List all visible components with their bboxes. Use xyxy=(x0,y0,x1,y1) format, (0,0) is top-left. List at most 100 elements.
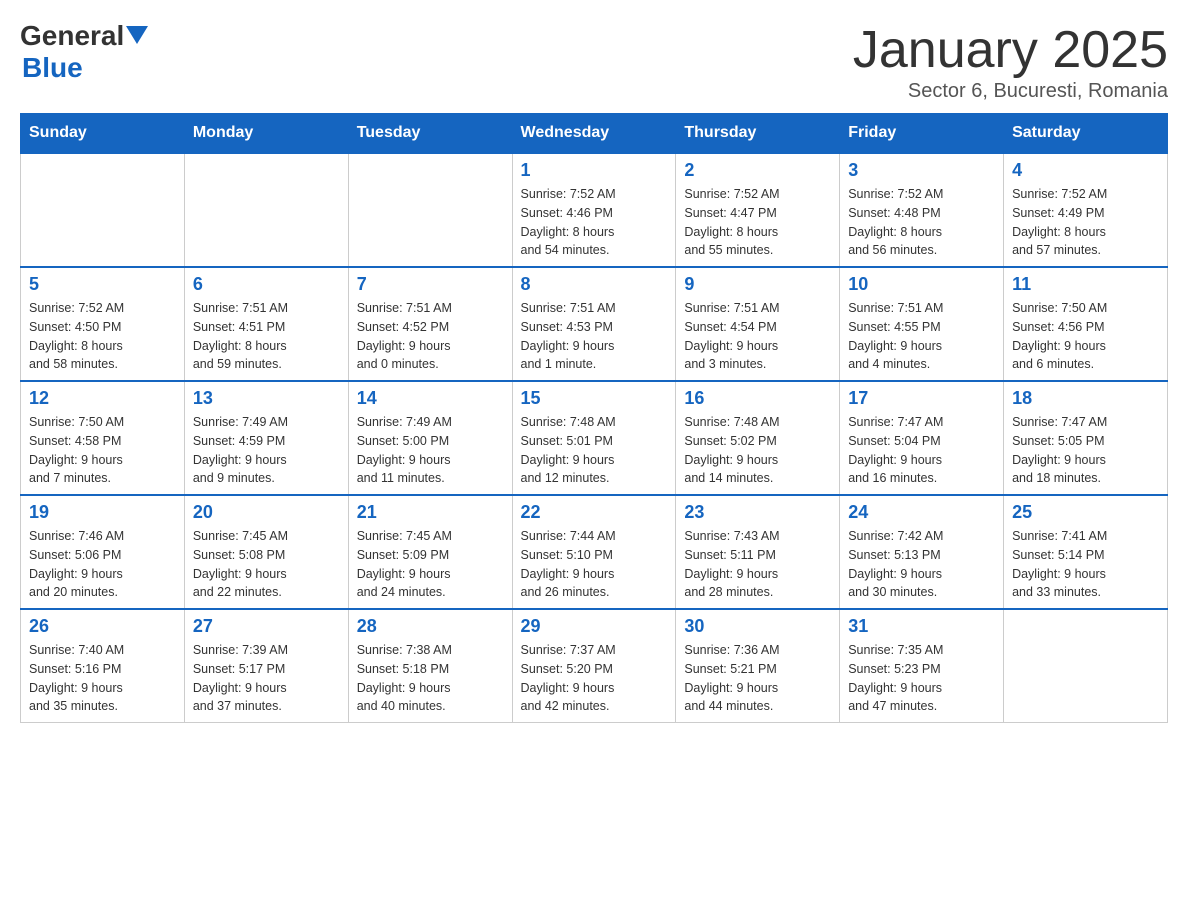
logo-blue: Blue xyxy=(20,52,148,84)
calendar-cell: 18 Sunrise: 7:47 AM Sunset: 5:05 PM Dayli… xyxy=(1004,381,1168,495)
calendar-cell: 31 Sunrise: 7:35 AM Sunset: 5:23 PM Dayli… xyxy=(840,609,1004,723)
col-tuesday: Tuesday xyxy=(348,114,512,154)
day-number: 29 xyxy=(521,616,668,637)
logo-arrow-icon xyxy=(126,26,148,48)
col-monday: Monday xyxy=(184,114,348,154)
day-info: Sunrise: 7:46 AM Sunset: 5:06 PM Dayligh… xyxy=(29,527,176,602)
location-subtitle: Sector 6, Bucuresti, Romania xyxy=(853,80,1168,103)
calendar-cell xyxy=(1004,609,1168,723)
day-number: 6 xyxy=(193,274,340,295)
calendar-cell: 26Sunrise: 7:40 AM Sunset: 5:16 PM Dayli… xyxy=(21,609,185,723)
logo-general: General xyxy=(20,20,124,52)
calendar-cell: 2Sunrise: 7:52 AM Sunset: 4:47 PM Daylig… xyxy=(676,153,840,267)
day-info: Sunrise: 7:49 AM Sunset: 5:00 PM Dayligh… xyxy=(357,413,504,488)
day-number: 31 xyxy=(848,616,995,637)
day-info: Sunrise: 7:50 AM Sunset: 4:56 PM Dayligh… xyxy=(1012,299,1159,374)
calendar-cell: 10 Sunrise: 7:51 AM Sunset: 4:55 PM Dayli… xyxy=(840,267,1004,381)
calendar-header-row: Sunday Monday Tuesday Wednesday Thursday… xyxy=(21,114,1168,154)
day-info: Sunrise: 7:50 AM Sunset: 4:58 PM Dayligh… xyxy=(29,413,176,488)
calendar-cell: 19 Sunrise: 7:46 AM Sunset: 5:06 PM Dayli… xyxy=(21,495,185,609)
calendar-cell: 28 Sunrise: 7:38 AM Sunset: 5:18 PM Dayli… xyxy=(348,609,512,723)
day-info: Sunrise: 7:39 AM Sunset: 5:17 PM Dayligh… xyxy=(193,641,340,716)
day-info: Sunrise: 7:42 AM Sunset: 5:13 PM Dayligh… xyxy=(848,527,995,602)
col-thursday: Thursday xyxy=(676,114,840,154)
col-wednesday: Wednesday xyxy=(512,114,676,154)
day-info: Sunrise: 7:48 AM Sunset: 5:02 PM Dayligh… xyxy=(684,413,831,488)
calendar-table: Sunday Monday Tuesday Wednesday Thursday… xyxy=(20,113,1168,723)
week-row-3: 12Sunrise: 7:50 AM Sunset: 4:58 PM Dayli… xyxy=(21,381,1168,495)
calendar-cell xyxy=(184,153,348,267)
day-info: Sunrise: 7:51 AM Sunset: 4:54 PM Dayligh… xyxy=(684,299,831,374)
calendar-cell: 1 Sunrise: 7:52 AM Sunset: 4:46 PM Daylig… xyxy=(512,153,676,267)
day-info: Sunrise: 7:40 AM Sunset: 5:16 PM Dayligh… xyxy=(29,641,176,716)
calendar-cell: 29 Sunrise: 7:37 AM Sunset: 5:20 PM Dayli… xyxy=(512,609,676,723)
day-info: Sunrise: 7:37 AM Sunset: 5:20 PM Dayligh… xyxy=(521,641,668,716)
day-number: 1 xyxy=(521,160,668,181)
day-number: 22 xyxy=(521,502,668,523)
calendar-cell: 6 Sunrise: 7:51 AM Sunset: 4:51 PM Daylig… xyxy=(184,267,348,381)
day-number: 18 xyxy=(1012,388,1159,409)
col-sunday: Sunday xyxy=(21,114,185,154)
calendar-cell: 27Sunrise: 7:39 AM Sunset: 5:17 PM Dayli… xyxy=(184,609,348,723)
calendar-cell: 23 Sunrise: 7:43 AM Sunset: 5:11 PM Dayli… xyxy=(676,495,840,609)
day-number: 13 xyxy=(193,388,340,409)
day-info: Sunrise: 7:51 AM Sunset: 4:55 PM Dayligh… xyxy=(848,299,995,374)
calendar-cell: 21 Sunrise: 7:45 AM Sunset: 5:09 PM Dayli… xyxy=(348,495,512,609)
day-info: Sunrise: 7:51 AM Sunset: 4:53 PM Dayligh… xyxy=(521,299,668,374)
day-info: Sunrise: 7:48 AM Sunset: 5:01 PM Dayligh… xyxy=(521,413,668,488)
calendar-cell xyxy=(21,153,185,267)
calendar-cell: 24 Sunrise: 7:42 AM Sunset: 5:13 PM Dayli… xyxy=(840,495,1004,609)
day-number: 17 xyxy=(848,388,995,409)
calendar-cell: 8Sunrise: 7:51 AM Sunset: 4:53 PM Daylig… xyxy=(512,267,676,381)
week-row-1: 1 Sunrise: 7:52 AM Sunset: 4:46 PM Daylig… xyxy=(21,153,1168,267)
month-title: January 2025 xyxy=(853,20,1168,80)
day-number: 21 xyxy=(357,502,504,523)
day-number: 20 xyxy=(193,502,340,523)
week-row-2: 5Sunrise: 7:52 AM Sunset: 4:50 PM Daylig… xyxy=(21,267,1168,381)
day-number: 24 xyxy=(848,502,995,523)
day-info: Sunrise: 7:36 AM Sunset: 5:21 PM Dayligh… xyxy=(684,641,831,716)
day-number: 3 xyxy=(848,160,995,181)
page-header: General Blue January 2025 Sector 6, Bucu… xyxy=(20,20,1168,103)
day-number: 30 xyxy=(684,616,831,637)
day-number: 2 xyxy=(684,160,831,181)
day-number: 14 xyxy=(357,388,504,409)
week-row-4: 19 Sunrise: 7:46 AM Sunset: 5:06 PM Dayli… xyxy=(21,495,1168,609)
day-info: Sunrise: 7:44 AM Sunset: 5:10 PM Dayligh… xyxy=(521,527,668,602)
day-info: Sunrise: 7:52 AM Sunset: 4:50 PM Dayligh… xyxy=(29,299,176,374)
day-number: 10 xyxy=(848,274,995,295)
calendar-cell xyxy=(348,153,512,267)
calendar-cell: 20 Sunrise: 7:45 AM Sunset: 5:08 PM Dayli… xyxy=(184,495,348,609)
calendar-cell: 22 Sunrise: 7:44 AM Sunset: 5:10 PM Dayli… xyxy=(512,495,676,609)
day-info: Sunrise: 7:52 AM Sunset: 4:49 PM Dayligh… xyxy=(1012,185,1159,260)
day-number: 9 xyxy=(684,274,831,295)
calendar-cell: 17 Sunrise: 7:47 AM Sunset: 5:04 PM Dayli… xyxy=(840,381,1004,495)
calendar-cell: 7Sunrise: 7:51 AM Sunset: 4:52 PM Daylig… xyxy=(348,267,512,381)
calendar-cell: 3 Sunrise: 7:52 AM Sunset: 4:48 PM Daylig… xyxy=(840,153,1004,267)
calendar-cell: 4Sunrise: 7:52 AM Sunset: 4:49 PM Daylig… xyxy=(1004,153,1168,267)
day-number: 28 xyxy=(357,616,504,637)
calendar-cell: 14 Sunrise: 7:49 AM Sunset: 5:00 PM Dayli… xyxy=(348,381,512,495)
day-info: Sunrise: 7:45 AM Sunset: 5:09 PM Dayligh… xyxy=(357,527,504,602)
day-number: 23 xyxy=(684,502,831,523)
day-number: 25 xyxy=(1012,502,1159,523)
day-info: Sunrise: 7:52 AM Sunset: 4:48 PM Dayligh… xyxy=(848,185,995,260)
day-info: Sunrise: 7:35 AM Sunset: 5:23 PM Dayligh… xyxy=(848,641,995,716)
day-info: Sunrise: 7:47 AM Sunset: 5:05 PM Dayligh… xyxy=(1012,413,1159,488)
day-info: Sunrise: 7:43 AM Sunset: 5:11 PM Dayligh… xyxy=(684,527,831,602)
calendar-cell: 12Sunrise: 7:50 AM Sunset: 4:58 PM Dayli… xyxy=(21,381,185,495)
day-info: Sunrise: 7:45 AM Sunset: 5:08 PM Dayligh… xyxy=(193,527,340,602)
col-saturday: Saturday xyxy=(1004,114,1168,154)
day-info: Sunrise: 7:38 AM Sunset: 5:18 PM Dayligh… xyxy=(357,641,504,716)
day-info: Sunrise: 7:47 AM Sunset: 5:04 PM Dayligh… xyxy=(848,413,995,488)
day-number: 19 xyxy=(29,502,176,523)
calendar-cell: 15Sunrise: 7:48 AM Sunset: 5:01 PM Dayli… xyxy=(512,381,676,495)
calendar-cell: 9 Sunrise: 7:51 AM Sunset: 4:54 PM Daylig… xyxy=(676,267,840,381)
day-info: Sunrise: 7:51 AM Sunset: 4:51 PM Dayligh… xyxy=(193,299,340,374)
calendar-cell: 25 Sunrise: 7:41 AM Sunset: 5:14 PM Dayli… xyxy=(1004,495,1168,609)
day-info: Sunrise: 7:41 AM Sunset: 5:14 PM Dayligh… xyxy=(1012,527,1159,602)
day-info: Sunrise: 7:49 AM Sunset: 4:59 PM Dayligh… xyxy=(193,413,340,488)
day-info: Sunrise: 7:51 AM Sunset: 4:52 PM Dayligh… xyxy=(357,299,504,374)
day-info: Sunrise: 7:52 AM Sunset: 4:46 PM Dayligh… xyxy=(521,185,668,260)
day-number: 16 xyxy=(684,388,831,409)
